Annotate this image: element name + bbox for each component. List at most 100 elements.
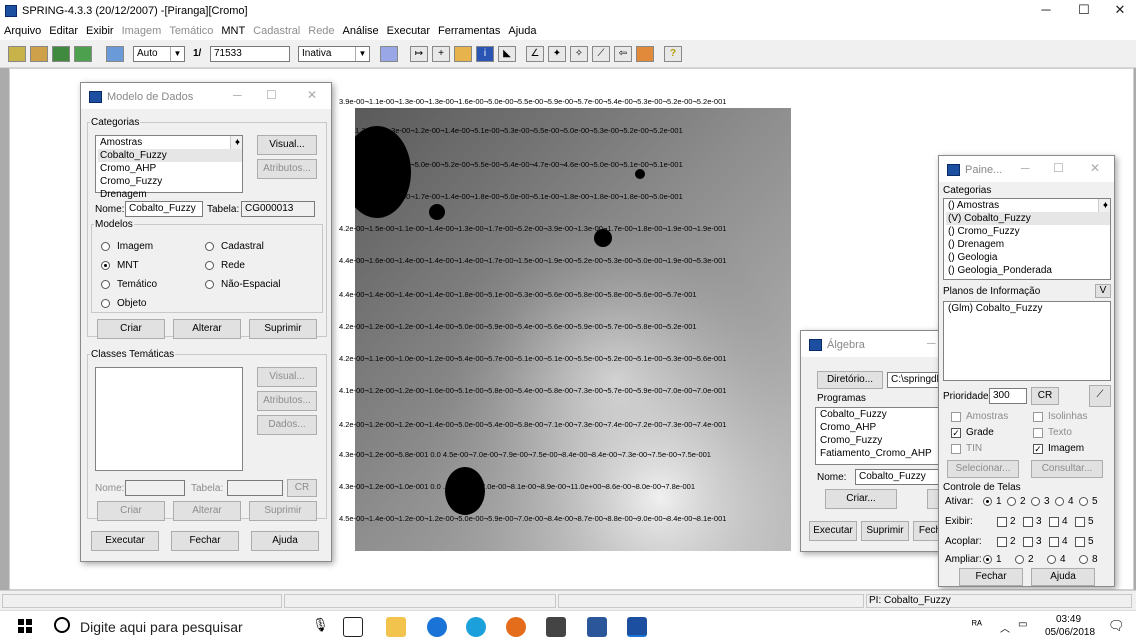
list-item[interactable]: Amostras xyxy=(98,136,242,149)
screen-ampliar-4[interactable] xyxy=(1047,555,1056,564)
state-combo[interactable]: Inativa ▼ xyxy=(298,46,370,62)
screen-exibir-4[interactable] xyxy=(1049,517,1059,527)
store-icon[interactable] xyxy=(546,617,566,637)
painel-cr-button[interactable]: CR xyxy=(1031,387,1059,405)
classes-list[interactable] xyxy=(95,367,243,471)
word-icon[interactable] xyxy=(587,617,607,637)
selecionar-button[interactable]: Selecionar... xyxy=(947,460,1019,478)
scroll-down-icon[interactable]: ▼ xyxy=(231,138,242,149)
diretorio-input[interactable]: C:\springdb\ xyxy=(887,372,945,388)
draw-icon[interactable] xyxy=(74,46,92,62)
classes-nome-input[interactable] xyxy=(125,480,185,496)
menu-item-arquivo[interactable]: Arquivo xyxy=(0,22,45,37)
menu-item-ajuda[interactable]: Ajuda xyxy=(504,22,540,37)
cr-button[interactable]: CR xyxy=(287,479,317,497)
undo-icon[interactable]: ⇦ xyxy=(614,46,632,62)
screen-ativar-1[interactable] xyxy=(983,497,992,506)
list-item[interactable]: () Geologia_Ponderada xyxy=(946,264,1110,277)
classes-dados-button[interactable]: Dados... xyxy=(257,415,317,435)
checkbox-amostras[interactable] xyxy=(951,412,961,422)
screen-acoplar-5[interactable] xyxy=(1075,537,1085,547)
programas-list[interactable]: Cobalto_Fuzzy Cromo_AHP Cromo_Fuzzy Fatiame… xyxy=(815,407,945,465)
checkbox-tin[interactable] xyxy=(951,444,961,454)
plus-icon[interactable]: + xyxy=(432,46,450,62)
menu-item-editar[interactable]: Editar xyxy=(45,22,82,37)
radio-nao-espacial[interactable] xyxy=(205,280,214,289)
list-item[interactable]: Cobalto_Fuzzy xyxy=(818,408,944,421)
checkbox-isolinhas[interactable] xyxy=(1033,412,1043,422)
list-item[interactable]: () Geologia xyxy=(946,251,1110,264)
categorias-list[interactable]: Amostras Cobalto_Fuzzy Cromo_AHP Cromo_Fuzz… xyxy=(95,135,243,200)
classes-criar-button[interactable]: Criar xyxy=(97,501,165,521)
next-icon[interactable]: ↦ xyxy=(410,46,428,62)
edge-icon[interactable] xyxy=(427,617,447,637)
fechar-button[interactable]: Fechar xyxy=(171,531,239,551)
screen-exibir-3[interactable] xyxy=(1023,517,1033,527)
checkbox-grade[interactable]: ✓ xyxy=(951,428,961,438)
menu-item-imagem[interactable]: Imagem xyxy=(118,22,166,37)
edit-arc-icon[interactable]: ⟋ xyxy=(592,46,610,62)
minimize-icon[interactable]: ─ xyxy=(1021,161,1030,175)
list-item[interactable]: Cobalto_Fuzzy xyxy=(98,149,242,162)
list-item[interactable]: Fatiamento_Cromo_AHP xyxy=(818,447,944,460)
screen-ativar-2[interactable] xyxy=(1007,497,1016,506)
list-item[interactable]: Cromo_AHP xyxy=(98,162,242,175)
network-icon[interactable]: ▭ xyxy=(1018,619,1027,630)
diretorio-button[interactable]: Diretório... xyxy=(817,371,883,389)
ajuda-button[interactable]: Ajuda xyxy=(251,531,319,551)
screen-acoplar-2[interactable] xyxy=(997,537,1007,547)
algebra-nome-input[interactable]: Cobalto_Fuzzy xyxy=(855,469,945,485)
minimize-icon[interactable]: ─ xyxy=(233,88,242,102)
screen-acoplar-4[interactable] xyxy=(1049,537,1059,547)
close-button[interactable]: ✕ xyxy=(1100,2,1136,20)
layers-icon[interactable] xyxy=(52,46,70,62)
mode-combo[interactable]: Auto ▼ xyxy=(133,46,185,62)
painel-ajuda-button[interactable]: Ajuda xyxy=(1031,568,1095,586)
classes-alterar-button[interactable]: Alterar xyxy=(173,501,241,521)
list-item[interactable]: Cromo_Fuzzy xyxy=(818,434,944,447)
spring-taskbar-icon[interactable] xyxy=(627,617,647,637)
menu-item-mnt[interactable]: MNT xyxy=(217,22,249,37)
classes-visual-button[interactable]: Visual... xyxy=(257,367,317,387)
radio-imagem[interactable] xyxy=(101,242,110,251)
scale-input[interactable]: 71533 xyxy=(210,46,290,62)
list-item[interactable]: (V) Cobalto_Fuzzy xyxy=(946,212,1110,225)
list-item[interactable]: Drenagem xyxy=(98,188,242,201)
grid-icon[interactable] xyxy=(380,46,398,62)
open-project-icon[interactable] xyxy=(30,46,48,62)
minimize-button[interactable]: ─ xyxy=(1026,2,1066,20)
algebra-criar-button[interactable]: Criar... xyxy=(825,489,897,509)
executar-button[interactable]: Executar xyxy=(91,531,159,551)
info-icon[interactable]: i xyxy=(476,46,494,62)
list-item[interactable]: Cromo_Fuzzy xyxy=(98,175,242,188)
taskbar-search-input[interactable]: Digite aqui para pesquisar xyxy=(80,619,243,635)
clock-date[interactable]: 05/06/2018 xyxy=(1045,627,1095,638)
screen-ativar-3[interactable] xyxy=(1031,497,1040,506)
zoom-icon[interactable] xyxy=(106,46,124,62)
task-view-icon[interactable] xyxy=(343,617,363,637)
checkbox-texto[interactable] xyxy=(1033,428,1043,438)
screen-acoplar-3[interactable] xyxy=(1023,537,1033,547)
open-database-icon[interactable] xyxy=(8,46,26,62)
map-canvas[interactable]: 3.9e-00¬1.1e-00¬1.3e-00¬1.3e-00¬1.6e-00¬… xyxy=(339,97,791,551)
menu-item-analise[interactable]: Análise xyxy=(339,22,383,37)
pan-icon[interactable] xyxy=(454,46,472,62)
close-icon[interactable]: ✕ xyxy=(307,88,317,102)
screen-exibir-5[interactable] xyxy=(1075,517,1085,527)
classes-suprimir-button[interactable]: Suprimir xyxy=(249,501,317,521)
radio-objeto[interactable] xyxy=(101,299,110,308)
notifications-icon[interactable]: 🗨 xyxy=(1108,618,1125,634)
painel-fechar-button[interactable]: Fechar xyxy=(959,568,1023,586)
help-icon[interactable]: ? xyxy=(664,46,682,62)
edit-vertex-icon[interactable]: ✦ xyxy=(548,46,566,62)
people-icon[interactable]: ᴿᴬ xyxy=(972,619,982,631)
list-item[interactable]: Cromo_AHP xyxy=(818,421,944,434)
windows-start-icon[interactable] xyxy=(18,619,32,633)
consultar-button[interactable]: Consultar... xyxy=(1031,460,1103,478)
algebra-suprimir-button[interactable]: Suprimir xyxy=(861,521,909,541)
atributos-button[interactable]: Atributos... xyxy=(257,159,317,179)
classes-tabela-input[interactable] xyxy=(227,480,283,496)
nome-input[interactable]: Cobalto_Fuzzy xyxy=(125,201,203,217)
clock-time[interactable]: 03:49 xyxy=(1056,614,1081,625)
painel-categorias-list[interactable]: () Amostras (V) Cobalto_Fuzzy() Cromo_Fuz… xyxy=(943,198,1111,280)
